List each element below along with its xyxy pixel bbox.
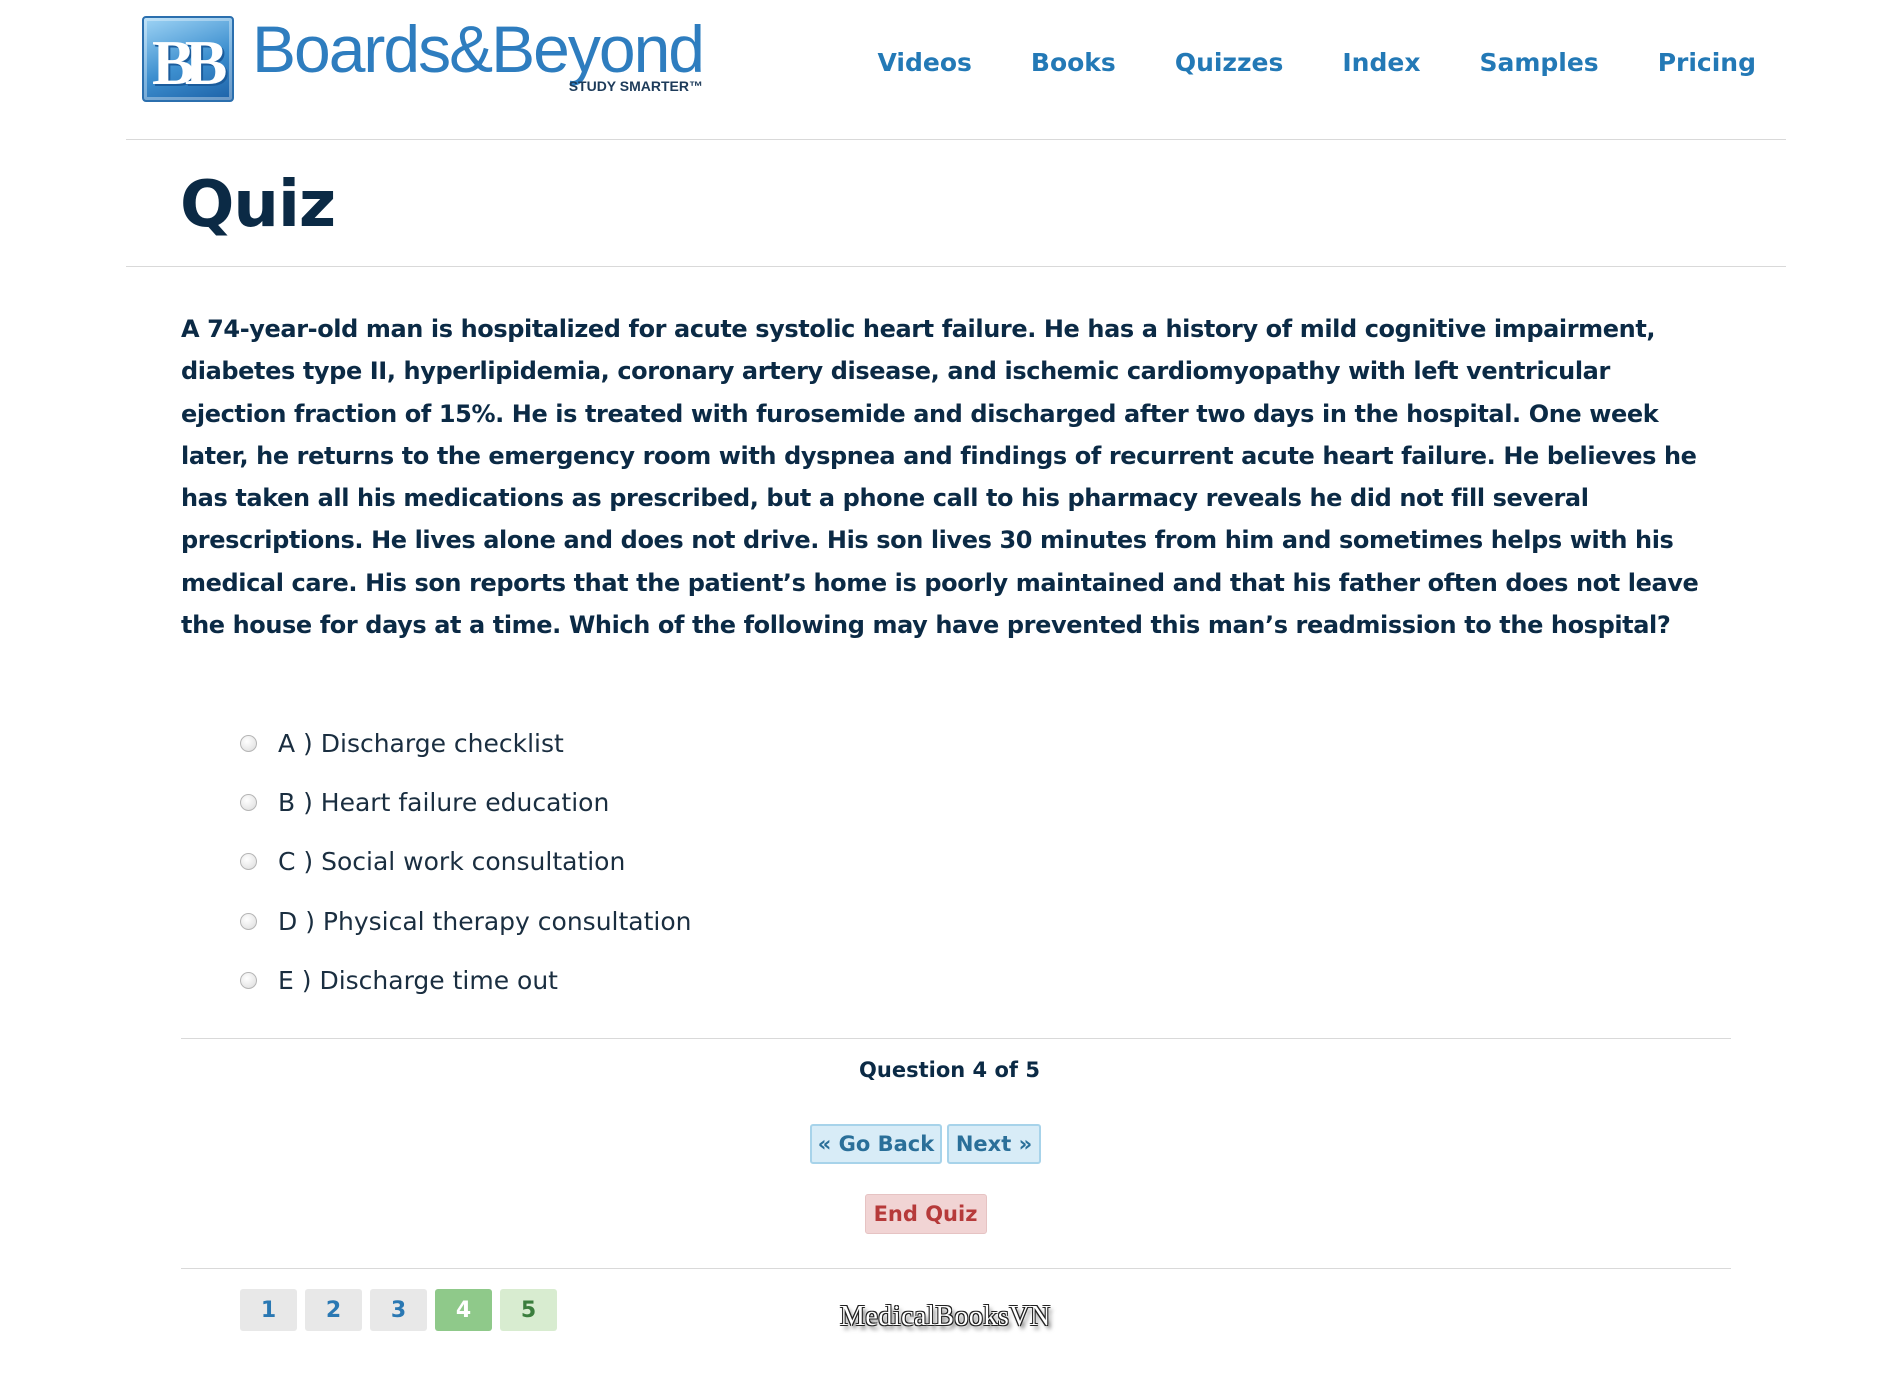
watermark: MedicalBooksVN	[840, 1301, 1051, 1332]
option-e-label[interactable]: E ) Discharge time out	[278, 966, 558, 995]
nav-index[interactable]: Index	[1342, 48, 1420, 77]
divider-bottom	[181, 1268, 1731, 1269]
site-header: BB Boards&Beyond STUDY SMARTER™ Videos B…	[126, 0, 1786, 140]
option-e-radio[interactable]	[240, 971, 257, 989]
main-nav: Videos Books Quizzes Index Samples Prici…	[878, 48, 1757, 77]
nav-videos[interactable]: Videos	[878, 48, 972, 77]
logo-mark-icon: BB	[142, 16, 234, 102]
end-quiz-row: End Quiz	[0, 1194, 1899, 1234]
option-c[interactable]: C ) Social work consultation	[240, 832, 692, 891]
page-button-5[interactable]: 5	[500, 1289, 557, 1331]
option-b-label[interactable]: B ) Heart failure education	[278, 788, 609, 817]
question-counter: Question 4 of 5	[859, 1058, 1040, 1082]
nav-books[interactable]: Books	[1031, 48, 1116, 77]
brand-name: Boards&Beyond	[252, 12, 705, 86]
nav-samples[interactable]: Samples	[1479, 48, 1598, 77]
option-d-radio[interactable]	[240, 912, 257, 930]
nav-quizzes[interactable]: Quizzes	[1175, 48, 1284, 77]
option-b[interactable]: B ) Heart failure education	[240, 773, 692, 832]
option-c-radio[interactable]	[240, 853, 257, 871]
next-button[interactable]: Next »	[947, 1124, 1041, 1164]
option-d[interactable]: D ) Physical therapy consultation	[240, 892, 692, 951]
brand-tagline: STUDY SMARTER™	[568, 78, 703, 94]
divider-top	[181, 1038, 1731, 1039]
logo-wordmark: Boards&Beyond STUDY SMARTER™	[252, 12, 705, 94]
option-a[interactable]: A ) Discharge checklist	[240, 714, 692, 773]
nav-buttons: « Go Back Next »	[0, 1124, 1899, 1164]
page-button-4-current[interactable]: 4	[435, 1289, 492, 1331]
page-button-2[interactable]: 2	[305, 1289, 362, 1331]
title-bar: Quiz	[126, 140, 1786, 267]
option-a-label[interactable]: A ) Discharge checklist	[278, 729, 564, 758]
option-e[interactable]: E ) Discharge time out	[240, 951, 692, 1010]
option-c-label[interactable]: C ) Social work consultation	[278, 847, 625, 876]
answer-options: A ) Discharge checklist B ) Heart failur…	[240, 714, 692, 1010]
page-button-1[interactable]: 1	[240, 1289, 297, 1331]
page-button-3[interactable]: 3	[370, 1289, 427, 1331]
question-pager: 1 2 3 4 5	[240, 1289, 557, 1331]
option-b-radio[interactable]	[240, 794, 257, 812]
end-quiz-button[interactable]: End Quiz	[864, 1194, 987, 1234]
question-text: A 74-year-old man is hospitalized for ac…	[181, 315, 1699, 640]
go-back-button[interactable]: « Go Back	[810, 1124, 942, 1164]
logo-mark-text: BB	[152, 27, 227, 98]
nav-pricing[interactable]: Pricing	[1658, 48, 1756, 77]
option-d-label[interactable]: D ) Physical therapy consultation	[278, 907, 692, 936]
site-logo[interactable]: BB Boards&Beyond STUDY SMARTER™	[142, 12, 705, 102]
option-a-radio[interactable]	[240, 735, 257, 753]
page-title: Quiz	[180, 168, 336, 242]
